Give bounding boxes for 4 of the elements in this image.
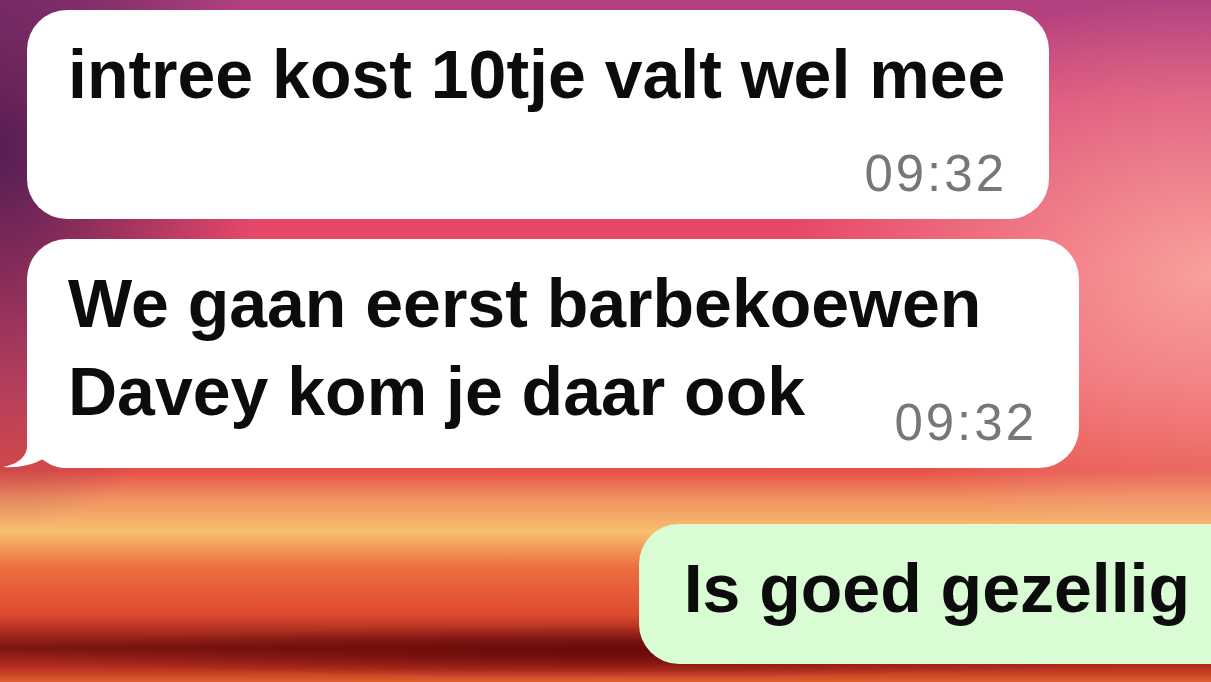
- message-text: Is goed gezellig: [683, 550, 1190, 626]
- message-time: 09:32: [894, 397, 1037, 448]
- message-time: 09:32: [864, 148, 1007, 199]
- message-text: intree kost 10tje valt wel mee: [68, 36, 1006, 112]
